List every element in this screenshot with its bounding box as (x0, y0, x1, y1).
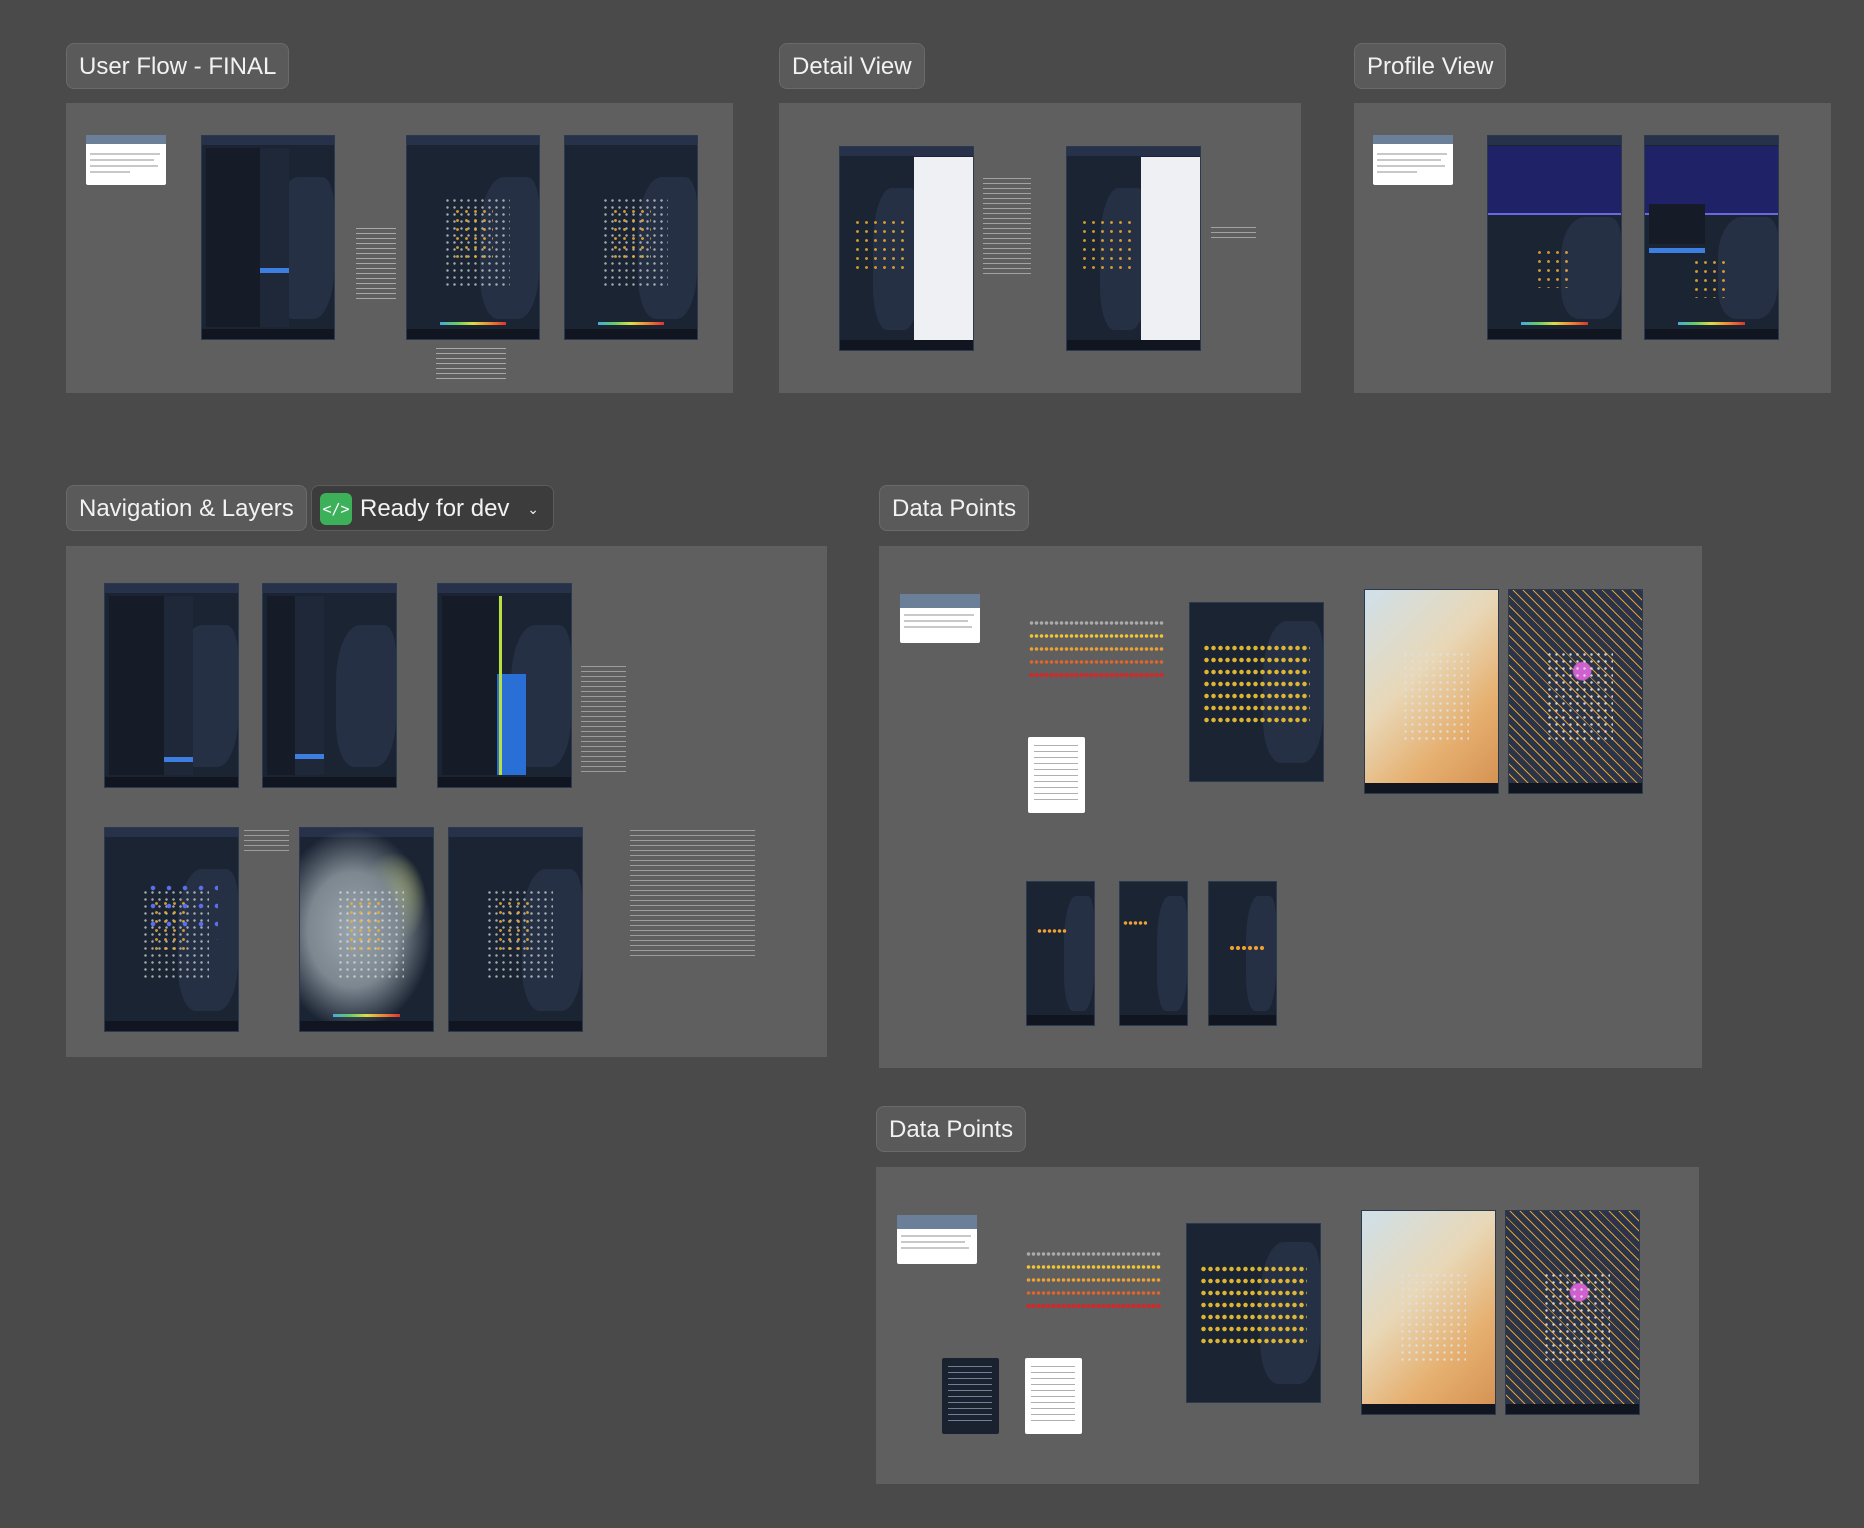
frame-title-detail-view[interactable]: Detail View (779, 43, 925, 89)
frame-title-data-points-2[interactable]: Data Points (876, 1106, 1027, 1152)
annotation-text (436, 348, 506, 383)
data-point-card (1025, 1358, 1082, 1434)
app-screen-thumbnail[interactable] (262, 583, 397, 788)
app-screen-thumbnail[interactable] (1066, 146, 1201, 351)
app-screen-thumbnail[interactable] (564, 135, 698, 340)
app-screen-thumbnail[interactable] (104, 583, 239, 788)
annotation-text (356, 228, 396, 303)
app-screen-thumbnail[interactable] (1487, 135, 1622, 340)
app-screen-thumbnail[interactable] (437, 583, 572, 788)
app-screen-thumbnail[interactable] (448, 827, 583, 1032)
turbulence-legend (1026, 1252, 1161, 1317)
data-points-frame[interactable] (879, 546, 1702, 1068)
app-screen-thumbnail[interactable] (1644, 135, 1779, 340)
sticky-note (86, 135, 166, 185)
app-screen-thumbnail[interactable] (1208, 881, 1277, 1026)
app-screen-thumbnail[interactable] (1508, 589, 1643, 794)
detail-view-frame[interactable] (779, 103, 1301, 393)
data-points-frame-2[interactable] (876, 1167, 1699, 1484)
app-screen-thumbnail[interactable] (299, 827, 434, 1032)
profile-view-frame[interactable] (1354, 103, 1831, 393)
data-point-card-dark (942, 1358, 999, 1434)
sticky-note (897, 1215, 977, 1264)
app-screen-thumbnail[interactable] (1119, 881, 1188, 1026)
sticky-note (1373, 135, 1453, 185)
app-screen-thumbnail[interactable] (1026, 881, 1095, 1026)
chevron-down-icon[interactable]: ⌄ (527, 486, 539, 532)
annotation-text (1211, 227, 1256, 239)
app-screen-thumbnail[interactable] (839, 146, 974, 351)
app-screen-thumbnail[interactable] (201, 135, 335, 340)
annotation-text (244, 830, 289, 854)
frame-title-navigation-layers[interactable]: Navigation & Layers (66, 485, 307, 531)
app-screen-thumbnail[interactable] (1364, 589, 1499, 794)
navigation-layers-frame[interactable] (66, 546, 827, 1057)
ready-for-dev-status-dropdown[interactable]: </> Ready for dev ⌄ (311, 485, 554, 531)
app-screen-thumbnail[interactable] (1505, 1210, 1640, 1415)
sticky-note (900, 594, 980, 643)
frame-title-user-flow[interactable]: User Flow - FINAL (66, 43, 290, 89)
annotation-text (983, 178, 1031, 278)
code-icon: </> (320, 493, 352, 525)
app-screen-thumbnail[interactable] (406, 135, 540, 340)
user-flow-frame[interactable] (66, 103, 733, 393)
status-label: Ready for dev (360, 495, 510, 522)
annotation-text (581, 666, 626, 776)
data-point-card (1028, 737, 1085, 813)
frame-title-profile-view[interactable]: Profile View (1354, 43, 1507, 89)
turbulence-legend (1029, 621, 1164, 686)
annotation-text (630, 830, 755, 956)
app-screen-thumbnail[interactable] (104, 827, 239, 1032)
app-screen-thumbnail[interactable] (1186, 1223, 1321, 1403)
app-screen-thumbnail[interactable] (1189, 602, 1324, 782)
app-screen-thumbnail[interactable] (1361, 1210, 1496, 1415)
frame-title-data-points[interactable]: Data Points (879, 485, 1030, 531)
